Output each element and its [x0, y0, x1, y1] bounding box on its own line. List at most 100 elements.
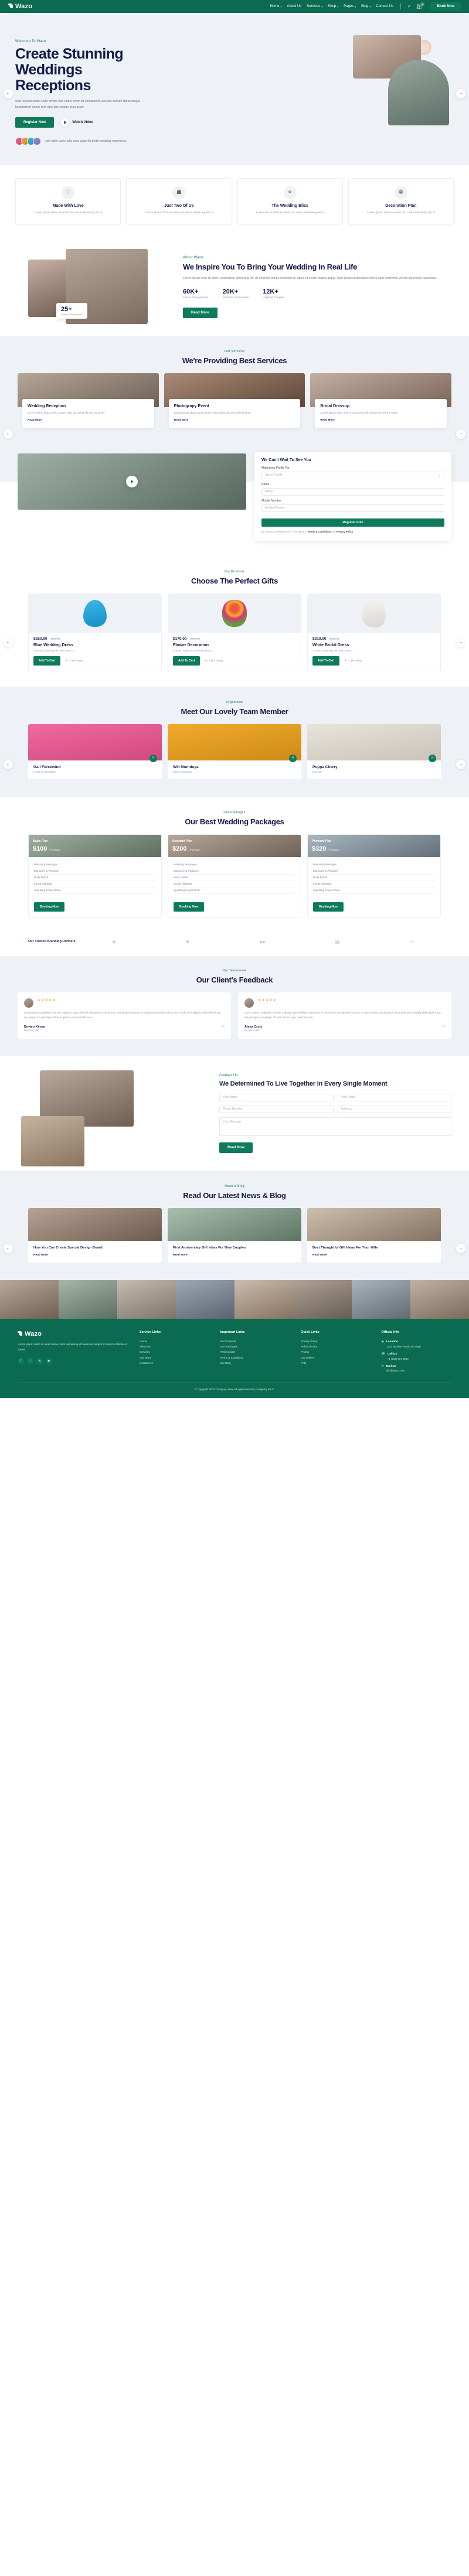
hero-next-arrow[interactable]: →: [456, 88, 465, 98]
gallery-image[interactable]: [293, 1280, 352, 1319]
about-read-more-button[interactable]: Read More: [183, 307, 217, 318]
gallery-image[interactable]: [235, 1280, 293, 1319]
name-input[interactable]: Name: [261, 487, 444, 496]
register-free-button[interactable]: Register Free: [261, 518, 444, 527]
blog-read-more-link[interactable]: Read More: [33, 1254, 157, 1257]
register-now-button[interactable]: Register Now: [15, 117, 55, 128]
contact-email-input[interactable]: Your Email: [337, 1093, 451, 1101]
team-prev-arrow[interactable]: ←: [4, 759, 13, 769]
services-next-arrow[interactable]: →: [456, 429, 465, 439]
footer-logo[interactable]: Wazo: [18, 1330, 129, 1338]
mobile-input[interactable]: Mobile Number: [261, 504, 444, 512]
blog-card-design-board[interactable]: How You Can Create Special Design Board …: [28, 1207, 162, 1263]
nav-item-shop[interactable]: Shop ▾: [328, 5, 338, 8]
share-icon[interactable]: ⛗: [429, 754, 436, 762]
video-preview[interactable]: [18, 453, 246, 510]
footer-link[interactable]: Terms & Conditions: [220, 1354, 291, 1360]
booking-now-button[interactable]: Booking Now: [313, 902, 344, 912]
footer-link[interactable]: FAQ: [301, 1360, 371, 1366]
privacy-policy-link[interactable]: Privacy Policy: [337, 530, 353, 533]
share-icon[interactable]: ⛗: [289, 754, 297, 762]
package-card-basic[interactable]: Basic Plan $100 / Package Relaxing Massa…: [28, 834, 162, 918]
blog-prev-arrow[interactable]: ←: [4, 1243, 13, 1253]
facebook-icon[interactable]: f: [18, 1357, 24, 1364]
contact-name-input[interactable]: Your Name: [219, 1093, 334, 1101]
footer-link[interactable]: Our Blog: [220, 1360, 291, 1366]
feature-card-decoration-plan[interactable]: ❁ Decoration Plan Lorem ipsum dolor sit …: [348, 178, 454, 225]
footer-link[interactable]: Our Products: [220, 1338, 291, 1343]
footer-link[interactable]: Refund Policy: [301, 1344, 371, 1349]
booking-now-button[interactable]: Booking Now: [34, 902, 64, 912]
gallery-image[interactable]: [117, 1280, 176, 1319]
nav-item-contact[interactable]: Contact Us: [376, 5, 393, 8]
watch-video-button[interactable]: Watch Video: [61, 118, 93, 127]
site-logo[interactable]: Wazo: [8, 3, 32, 10]
youtube-icon[interactable]: ▶: [46, 1357, 52, 1364]
linkedin-icon[interactable]: in: [36, 1357, 43, 1364]
share-icon[interactable]: ⛗: [149, 754, 157, 762]
footer-link[interactable]: Our Team: [140, 1354, 210, 1360]
blog-read-more-link[interactable]: Read More: [173, 1254, 296, 1257]
service-card-wedding-reception[interactable]: Wedding Reception Lorem ipsum dolor amet…: [18, 373, 159, 428]
nav-item-home[interactable]: Home ▾: [270, 5, 281, 8]
search-icon[interactable]: ⌕: [408, 4, 410, 9]
footer-link[interactable]: Home: [140, 1338, 210, 1343]
twitter-icon[interactable]: t: [27, 1357, 33, 1364]
service-read-more-link[interactable]: Read More: [28, 419, 149, 422]
add-to-cart-button[interactable]: Add To Cart: [33, 656, 61, 666]
blog-card-gifts-for-wife[interactable]: Best Thoughtful Gift Ideas For Your Wife…: [307, 1207, 441, 1263]
team-next-arrow[interactable]: →: [456, 759, 465, 769]
footer-link[interactable]: About Us: [140, 1344, 210, 1349]
terms-conditions-link[interactable]: Terms & Conditions: [308, 530, 331, 533]
service-card-bridal-dressup[interactable]: Bridal Dressup Lorem ipsum dolor amet co…: [310, 373, 452, 428]
hero-prev-arrow[interactable]: ←: [4, 88, 13, 98]
booking-now-button[interactable]: Booking Now: [174, 902, 204, 912]
service-read-more-link[interactable]: Read More: [320, 419, 441, 422]
feature-card-just-two-of-us[interactable]: ☗ Just Two Of Us Lorem ipsum dolor sit a…: [126, 178, 232, 225]
service-read-more-link[interactable]: Read More: [174, 419, 295, 422]
gallery-image[interactable]: [352, 1280, 410, 1319]
nav-item-pages[interactable]: Pages ▾: [344, 5, 356, 8]
package-card-premium[interactable]: Premium Plan $320 / Package Relaxing Mas…: [307, 834, 441, 918]
blog-read-more-link[interactable]: Read More: [312, 1254, 436, 1257]
product-card-white-bridal-dress[interactable]: $310.00 $350.00 White Bridal Dress Conse…: [307, 593, 441, 671]
blog-card-anniversary-gifts[interactable]: First Anniversary Gift Ideas For New Cou…: [168, 1207, 301, 1263]
services-prev-arrow[interactable]: ←: [4, 429, 13, 439]
nav-item-blog[interactable]: Blog ▾: [361, 5, 371, 8]
footer-link[interactable]: Pricing: [301, 1349, 371, 1354]
team-card-will-mumduya[interactable]: ⛗ Will Mumduya Senior Manager: [168, 724, 301, 779]
contact-phone-input[interactable]: Phone Number: [219, 1105, 334, 1113]
blog-next-arrow[interactable]: →: [456, 1243, 465, 1253]
footer-link[interactable]: Testimonials: [220, 1349, 291, 1354]
footer-link[interactable]: Services: [140, 1349, 210, 1354]
service-card-photography-event[interactable]: Photograpy Event Lorem ipsum dolor amet …: [164, 373, 305, 428]
footer-link[interactable]: Contact Us: [140, 1360, 210, 1366]
contact-submit-button[interactable]: Read Now: [219, 1142, 253, 1153]
gallery-image[interactable]: [176, 1280, 235, 1319]
feature-card-made-with-love[interactable]: ♡ Made With Love Lorem ipsum dolor sit a…: [15, 178, 121, 225]
team-card-poppa-cherry[interactable]: ⛗ Poppa Cherry Director: [307, 724, 441, 779]
footer-link[interactable]: Our Gallery: [301, 1354, 371, 1360]
cart-icon[interactable]: 🛍 10: [416, 2, 424, 9]
contact-message-textarea[interactable]: Your Message: [219, 1117, 451, 1136]
gallery-image[interactable]: [0, 1280, 59, 1319]
profile-select[interactable]: Select Profile ⌄: [261, 471, 444, 479]
feature-card-wedding-bliss[interactable]: ⚭ The Wedding Bliss Lorem ipsum dolor si…: [237, 178, 343, 225]
book-now-button[interactable]: Book Now: [430, 2, 461, 11]
contact-address-input[interactable]: Address: [337, 1105, 451, 1113]
products-next-arrow[interactable]: →: [456, 637, 465, 647]
play-icon[interactable]: [126, 475, 138, 487]
product-card-flower-decoration[interactable]: $170.00 $210.00 Flower Decoration Consec…: [168, 593, 301, 671]
gallery-image[interactable]: [59, 1280, 117, 1319]
gallery-image[interactable]: [410, 1280, 469, 1319]
product-card-blue-wedding-dress[interactable]: $250.00 $350.00 Blue Wedding Dress Conse…: [28, 593, 162, 671]
team-card-gail-forcewind[interactable]: ⛗ Gail Forcewind Head Of Operation: [28, 724, 162, 779]
nav-item-about[interactable]: About Us: [287, 5, 302, 8]
footer-link[interactable]: Privacy Policy: [301, 1338, 371, 1343]
package-card-standard[interactable]: Standard Plan $200 / Package Relaxing Ma…: [168, 834, 301, 918]
footer-link[interactable]: Our Packages: [220, 1344, 291, 1349]
add-to-cart-button[interactable]: Add To Cart: [173, 656, 200, 666]
products-prev-arrow[interactable]: ←: [4, 637, 13, 647]
nav-item-services[interactable]: Services ▾: [307, 5, 322, 8]
add-to-cart-button[interactable]: Add To Cart: [312, 656, 340, 666]
